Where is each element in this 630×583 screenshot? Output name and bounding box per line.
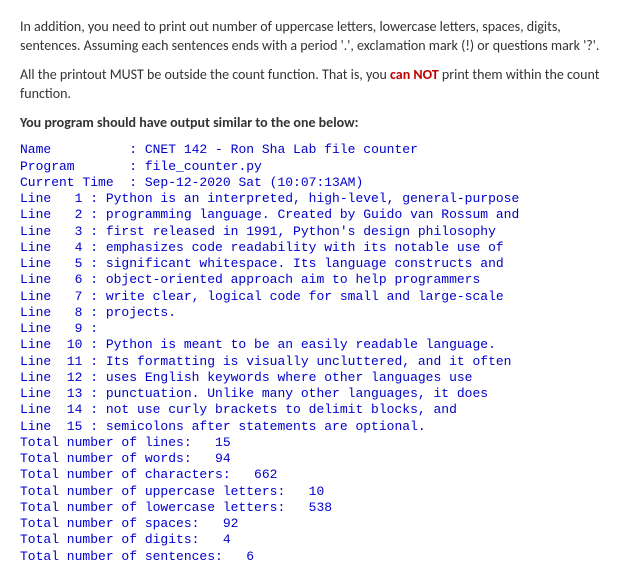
instruction-paragraph-1: In addition, you need to print out numbe… (20, 18, 610, 56)
output-name-value: CNET 142 - Ron Sha Lab file counter (145, 142, 418, 157)
output-program-value: file_counter.py (145, 159, 262, 174)
total-sentences: Total number of sentences: 6 (20, 549, 254, 564)
program-output: Name : CNET 142 - Ron Sha Lab file count… (20, 142, 610, 565)
output-name-label: Name : (20, 142, 145, 157)
total-digits: Total number of digits: 4 (20, 532, 231, 547)
total-words: Total number of words: 94 (20, 451, 231, 466)
total-upper: Total number of uppercase letters: 10 (20, 484, 324, 499)
output-program-label: Program : (20, 159, 145, 174)
instruction-paragraph-3: You program should have output similar t… (20, 114, 610, 133)
total-lower: Total number of lowercase letters: 538 (20, 500, 332, 515)
total-lines: Total number of lines: 15 (20, 435, 231, 450)
instruction-text: You program should have output similar t… (20, 114, 358, 131)
instruction-text: In addition, you need to print out numbe… (20, 18, 599, 54)
total-spaces: Total number of spaces: 92 (20, 516, 238, 531)
total-chars: Total number of characters: 662 (20, 467, 277, 482)
output-time-value: Sep-12-2020 Sat (10:07:13AM) (145, 175, 363, 190)
output-time-label: Current Time : (20, 175, 145, 190)
output-lines: Line 1 : Python is an interpreted, high-… (20, 191, 519, 434)
instruction-text: All the printout MUST be outside the cou… (20, 66, 390, 83)
emphasis-cannot: can NOT (390, 66, 439, 83)
instruction-paragraph-2: All the printout MUST be outside the cou… (20, 66, 610, 104)
